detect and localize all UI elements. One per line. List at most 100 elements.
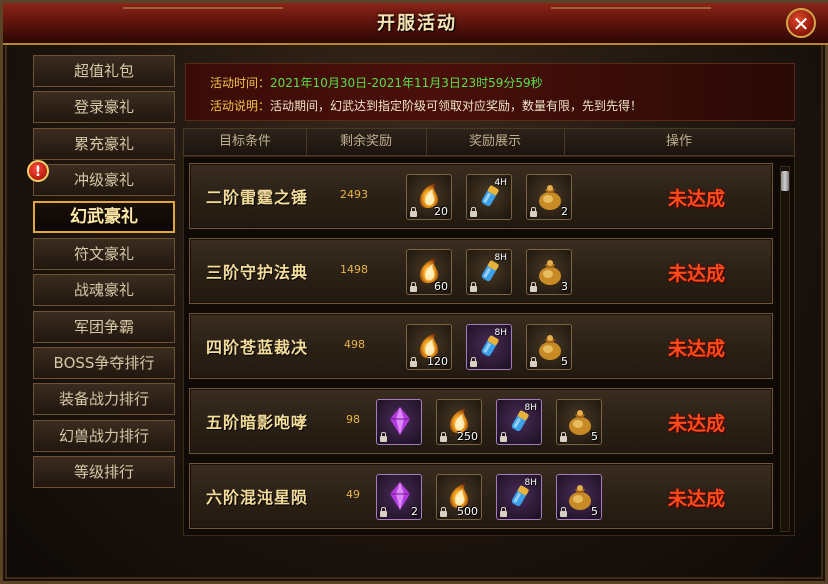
sidebar-tab-3[interactable]: 冲级豪礼: [33, 164, 175, 196]
item-duration: 8H: [524, 478, 538, 488]
lock-icon: [530, 207, 537, 217]
status-not-reached: 未达成: [668, 263, 726, 285]
reward-item-slot[interactable]: 8H: [496, 474, 542, 520]
reward-item-slot[interactable]: 3: [526, 249, 572, 295]
item-count: 20: [434, 205, 448, 218]
reward-item-slot[interactable]: 5: [556, 474, 602, 520]
item-count: 2: [411, 505, 418, 518]
lock-icon: [530, 282, 537, 292]
activity-desc-label: 活动说明：: [210, 99, 271, 113]
remaining-count: 49: [346, 488, 360, 501]
sidebar-tab-6[interactable]: 战魂豪礼: [33, 274, 175, 306]
remaining-count: 1498: [340, 263, 368, 276]
item-count: 5: [591, 505, 598, 518]
status-not-reached: 未达成: [668, 188, 726, 210]
lock-icon: [470, 357, 477, 367]
item-count: 5: [591, 430, 598, 443]
reward-item-slot[interactable]: 120: [406, 324, 452, 370]
reward-item-slot[interactable]: 60: [406, 249, 452, 295]
reward-item-slot[interactable]: 250: [436, 399, 482, 445]
item-duration: 4H: [494, 178, 508, 188]
target-condition: 五阶暗影咆哮: [206, 413, 309, 432]
alert-badge-icon: !: [27, 160, 49, 182]
lock-icon: [560, 507, 567, 517]
reward-row: 二阶雷霆之锤 2493 20 4H 2 未达成: [189, 163, 773, 229]
reward-row: 六阶混沌星陨 49 2 500 8H 5 未达成: [189, 463, 773, 529]
target-condition: 六阶混沌星陨: [206, 488, 309, 507]
target-condition: 三阶守护法典: [206, 263, 309, 282]
activity-time: 活动时间：2021年10月30日-2021年11月3日23时59分59秒: [210, 74, 543, 91]
lock-icon: [440, 507, 447, 517]
reward-item-slot[interactable]: 20: [406, 174, 452, 220]
activity-description: 活动说明：活动期间，幻武达到指定阶级可领取对应奖励，数量有限，先到先得！: [210, 97, 642, 114]
reward-item-slot[interactable]: 2: [376, 474, 422, 520]
reward-item-slot[interactable]: 5: [526, 324, 572, 370]
reward-item-slot[interactable]: 8H: [466, 249, 512, 295]
scrollbar[interactable]: [780, 166, 790, 532]
reward-item-slot[interactable]: 4H: [466, 174, 512, 220]
close-icon[interactable]: ✕: [786, 8, 816, 38]
reward-item-slot[interactable]: 500: [436, 474, 482, 520]
lock-icon: [410, 207, 417, 217]
lock-icon: [530, 357, 537, 367]
sidebar-tab-5[interactable]: 符文豪礼: [33, 238, 175, 270]
status-not-reached: 未达成: [668, 413, 726, 435]
reward-row: 四阶苍蓝裁决 498 120 8H 5 未达成: [189, 313, 773, 379]
lock-icon: [500, 432, 507, 442]
item-count: 500: [457, 505, 478, 518]
item-duration: 8H: [524, 403, 538, 413]
sidebar-tab-8[interactable]: BOSS争夺排行: [33, 347, 175, 379]
sidebar-tab-1[interactable]: 登录豪礼: [33, 91, 175, 123]
status-not-reached: 未达成: [668, 488, 726, 510]
item-count: 250: [457, 430, 478, 443]
item-count: 120: [427, 355, 448, 368]
lock-icon: [470, 207, 477, 217]
sidebar-tab-0[interactable]: 超值礼包: [33, 55, 175, 87]
remaining-count: 498: [344, 338, 365, 351]
target-condition: 四阶苍蓝裁决: [206, 338, 309, 357]
item-duration: 8H: [494, 328, 508, 338]
lock-icon: [410, 357, 417, 367]
sidebar-tab-11[interactable]: 等级排行: [33, 456, 175, 488]
activity-window: 开服活动 ✕ ! 超值礼包登录豪礼累充豪礼冲级豪礼幻武豪礼符文豪礼战魂豪礼军团争…: [0, 0, 828, 584]
lock-icon: [440, 432, 447, 442]
item-count: 60: [434, 280, 448, 293]
item-count: 2: [561, 205, 568, 218]
activity-desc-value: 活动期间，幻武达到指定阶级可领取对应奖励，数量有限，先到先得！: [270, 99, 643, 113]
sidebar-tab-9[interactable]: 装备战力排行: [33, 383, 175, 415]
scrollbar-thumb[interactable]: [781, 171, 789, 191]
item-count: 3: [561, 280, 568, 293]
title-bar: 开服活动 ✕: [3, 3, 828, 45]
sidebar-tab-4[interactable]: 幻武豪礼: [33, 201, 175, 233]
reward-item-slot[interactable]: 5: [556, 399, 602, 445]
table-header: 目标条件 剩余奖励 奖励展示 操作: [183, 128, 795, 156]
lock-icon: [410, 282, 417, 292]
item-count: 5: [561, 355, 568, 368]
sidebar-tab-7[interactable]: 军团争霸: [33, 311, 175, 343]
sidebar: 超值礼包登录豪礼累充豪礼冲级豪礼幻武豪礼符文豪礼战魂豪礼军团争霸 BOSS争夺排行…: [25, 55, 177, 565]
reward-item-slot[interactable]: 8H: [466, 324, 512, 370]
activity-time-label: 活动时间：: [210, 76, 271, 90]
header-target-condition: 目标条件: [184, 129, 307, 155]
reward-row: 五阶暗影咆哮 98 250 8H 5 未达成: [189, 388, 773, 454]
activity-time-value: 2021年10月30日-2021年11月3日23时59分59秒: [270, 76, 543, 90]
lock-icon: [470, 282, 477, 292]
lock-icon: [560, 432, 567, 442]
target-condition: 二阶雷霆之锤: [206, 188, 309, 207]
header-reward-display: 奖励展示: [426, 129, 565, 155]
reward-row: 三阶守护法典 1498 60 8H 3 未达成: [189, 238, 773, 304]
sidebar-tab-10[interactable]: 幻兽战力排行: [33, 420, 175, 452]
lock-icon: [380, 507, 387, 517]
reward-item-slot[interactable]: [376, 399, 422, 445]
sidebar-tab-2[interactable]: 累充豪礼: [33, 128, 175, 160]
window-title: 开服活动: [377, 13, 457, 34]
remaining-count: 98: [346, 413, 360, 426]
remaining-count: 2493: [340, 188, 368, 201]
lock-icon: [500, 507, 507, 517]
status-not-reached: 未达成: [668, 338, 726, 360]
header-operation: 操作: [665, 134, 692, 149]
reward-item-slot[interactable]: 2: [526, 174, 572, 220]
header-remaining-rewards: 剩余奖励: [306, 129, 427, 155]
item-duration: 8H: [494, 253, 508, 263]
reward-item-slot[interactable]: 8H: [496, 399, 542, 445]
